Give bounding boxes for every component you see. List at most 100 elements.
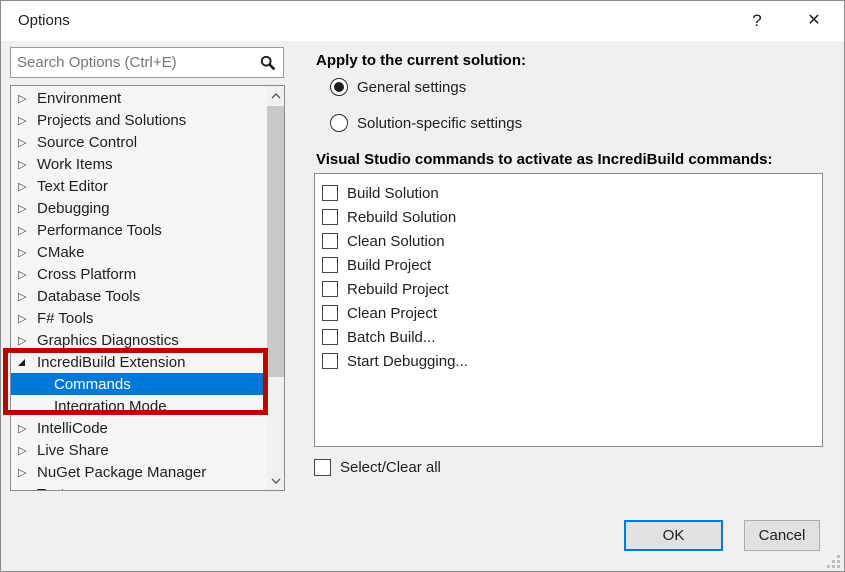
tree-item-environment[interactable]: ▷Environment xyxy=(11,87,267,109)
checkbox-icon[interactable] xyxy=(322,209,338,225)
tree-item-projects-and-solutions[interactable]: ▷Projects and Solutions xyxy=(11,109,267,131)
tree-collapsed-icon[interactable]: ▷ xyxy=(18,268,37,281)
tree-item-test[interactable]: ▷Test xyxy=(11,483,267,491)
tree-item-incredibuild-extension[interactable]: IncrediBuild Extension xyxy=(11,351,267,373)
tree-item-label: F# Tools xyxy=(37,310,93,327)
tree-item-source-control[interactable]: ▷Source Control xyxy=(11,131,267,153)
tree-item-live-share[interactable]: ▷Live Share xyxy=(11,439,267,461)
tree-item-graphics-diagnostics[interactable]: ▷Graphics Diagnostics xyxy=(11,329,267,351)
checkbox-icon[interactable] xyxy=(322,257,338,273)
tree-item-f-tools[interactable]: ▷F# Tools xyxy=(11,307,267,329)
tree-collapsed-icon[interactable]: ▷ xyxy=(18,92,37,105)
select-clear-all[interactable]: Select/Clear all xyxy=(314,459,441,476)
command-item-label: Clean Project xyxy=(347,305,437,322)
checkbox-icon[interactable] xyxy=(322,305,338,321)
command-item-label: Rebuild Solution xyxy=(347,209,456,226)
tree-collapsed-icon[interactable]: ▷ xyxy=(18,224,37,237)
tree-scrollbar[interactable] xyxy=(267,86,284,490)
tree-item-label: NuGet Package Manager xyxy=(37,464,206,481)
tree-collapsed-icon[interactable]: ▷ xyxy=(18,114,37,127)
cancel-button[interactable]: Cancel xyxy=(744,520,820,551)
tree-item-label: Test xyxy=(37,486,65,492)
tree-collapsed-icon[interactable]: ▷ xyxy=(18,466,37,479)
tree-collapsed-icon[interactable]: ▷ xyxy=(18,136,37,149)
tree-item-intellicode[interactable]: ▷IntelliCode xyxy=(11,417,267,439)
command-item-label: Start Debugging... xyxy=(347,353,468,370)
tree-item-label: IncrediBuild Extension xyxy=(37,354,185,371)
select-clear-all-checkbox[interactable] xyxy=(314,459,331,476)
command-item-clean-solution[interactable]: Clean Solution xyxy=(315,229,822,253)
tree-collapsed-icon[interactable]: ▷ xyxy=(18,290,37,303)
tree-collapsed-icon[interactable]: ▷ xyxy=(18,246,37,259)
command-item-label: Clean Solution xyxy=(347,233,445,250)
radio-label: Solution-specific settings xyxy=(357,115,522,132)
search-icon xyxy=(260,55,276,71)
tree-item-label: Cross Platform xyxy=(37,266,136,283)
tree-item-performance-tools[interactable]: ▷Performance Tools xyxy=(11,219,267,241)
checkbox-icon[interactable] xyxy=(322,281,338,297)
select-clear-all-label: Select/Clear all xyxy=(340,459,441,476)
tree-item-cross-platform[interactable]: ▷Cross Platform xyxy=(11,263,267,285)
scroll-up-icon[interactable] xyxy=(267,87,284,104)
tree-collapsed-icon[interactable]: ▷ xyxy=(18,202,37,215)
checkbox-icon[interactable] xyxy=(322,185,338,201)
options-dialog: Options ? ✕ ▷Environment▷Projects and So… xyxy=(0,0,845,572)
tree-collapsed-icon[interactable]: ▷ xyxy=(18,334,37,347)
ok-button[interactable]: OK xyxy=(624,520,723,551)
command-item-rebuild-project[interactable]: Rebuild Project xyxy=(315,277,822,301)
command-item-clean-project[interactable]: Clean Project xyxy=(315,301,822,325)
tree-item-nuget-package-manager[interactable]: ▷NuGet Package Manager xyxy=(11,461,267,483)
tree-collapsed-icon[interactable]: ▷ xyxy=(18,158,37,171)
tree-collapsed-icon[interactable]: ▷ xyxy=(18,180,37,193)
checkbox-icon[interactable] xyxy=(322,233,338,249)
search-input[interactable] xyxy=(10,47,284,78)
tree-item-label: CMake xyxy=(37,244,85,261)
resize-grip-icon[interactable] xyxy=(827,555,840,568)
tree-item-debugging[interactable]: ▷Debugging xyxy=(11,197,267,219)
tree-collapsed-icon[interactable]: ▷ xyxy=(18,488,37,492)
tree-item-label: Environment xyxy=(37,90,121,107)
command-item-start-debugging[interactable]: Start Debugging... xyxy=(315,349,822,373)
tree-expanded-icon[interactable] xyxy=(18,359,37,366)
tree-collapsed-icon[interactable]: ▷ xyxy=(18,444,37,457)
window-title: Options xyxy=(18,1,70,41)
tree-item-label: Live Share xyxy=(37,442,109,459)
scrollbar-thumb[interactable] xyxy=(267,106,284,377)
tree-item-label: Debugging xyxy=(37,200,110,217)
command-item-label: Batch Build... xyxy=(347,329,435,346)
close-button[interactable]: ✕ xyxy=(798,1,830,41)
command-item-label: Rebuild Project xyxy=(347,281,449,298)
checkbox-icon[interactable] xyxy=(322,353,338,369)
radio-general-settings[interactable]: General settings xyxy=(330,78,466,96)
tree-collapsed-icon[interactable]: ▷ xyxy=(18,422,37,435)
command-item-rebuild-solution[interactable]: Rebuild Solution xyxy=(315,205,822,229)
tree-item-label: Performance Tools xyxy=(37,222,162,239)
command-item-label: Build Project xyxy=(347,257,431,274)
tree-item-label: Commands xyxy=(54,376,131,393)
tree-item-integration-mode[interactable]: Integration Mode xyxy=(11,395,267,417)
tree-item-label: Graphics Diagnostics xyxy=(37,332,179,349)
radio-solution-specific-settings[interactable]: Solution-specific settings xyxy=(330,114,522,132)
tree-item-label: Database Tools xyxy=(37,288,140,305)
radio-selected-icon[interactable] xyxy=(330,78,348,96)
command-item-label: Build Solution xyxy=(347,185,439,202)
checkbox-icon[interactable] xyxy=(322,329,338,345)
tree-collapsed-icon[interactable]: ▷ xyxy=(18,312,37,325)
tree-item-commands[interactable]: Commands xyxy=(11,373,267,395)
radio-label: General settings xyxy=(357,79,466,96)
tree-item-cmake[interactable]: ▷CMake xyxy=(11,241,267,263)
tree-item-text-editor[interactable]: ▷Text Editor xyxy=(11,175,267,197)
tree-item-label: Work Items xyxy=(37,156,113,173)
tree-item-label: IntelliCode xyxy=(37,420,108,437)
tree-item-work-items[interactable]: ▷Work Items xyxy=(11,153,267,175)
commands-listbox: Build Solution Rebuild Solution Clean Solu… xyxy=(314,173,823,447)
apply-section-label: Apply to the current solution: xyxy=(316,52,526,69)
tree-item-label: Source Control xyxy=(37,134,137,151)
tree-item-database-tools[interactable]: ▷Database Tools xyxy=(11,285,267,307)
command-item-build-solution[interactable]: Build Solution xyxy=(315,181,822,205)
radio-unselected-icon[interactable] xyxy=(330,114,348,132)
help-button[interactable]: ? xyxy=(741,1,773,41)
command-item-build-project[interactable]: Build Project xyxy=(315,253,822,277)
scroll-down-icon[interactable] xyxy=(267,472,284,489)
command-item-batch-build[interactable]: Batch Build... xyxy=(315,325,822,349)
